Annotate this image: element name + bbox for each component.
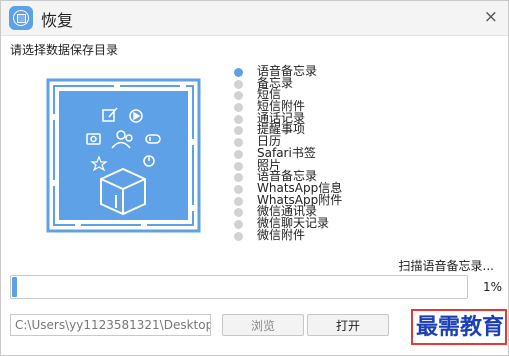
instruction-label: 请选择数据保存目录	[10, 43, 119, 57]
progress-percent: 1%	[483, 280, 503, 294]
save-path-input[interactable]	[10, 314, 211, 336]
pie-chart-icon	[143, 155, 155, 167]
illustration-panel	[59, 91, 188, 220]
star-icon	[90, 155, 108, 172]
play-icon	[129, 109, 143, 123]
status-dot	[234, 68, 243, 77]
watermark-text: 最需教育	[416, 314, 505, 340]
status-dot	[234, 231, 243, 241]
status-dot	[234, 219, 243, 229]
status-dot	[234, 161, 243, 171]
data-type-list: 语音备忘录 备忘录 短信 短信附件 通话记录 提醒事项 日历 Safari书签 …	[234, 65, 434, 242]
edit-icon	[102, 107, 118, 122]
status-dot	[234, 79, 243, 89]
scan-status: 扫描语音备忘录...	[398, 259, 494, 273]
close-icon[interactable]: ×	[484, 7, 498, 27]
recovery-dialog: 恢复 × 请选择数据保存目录 语音备忘录 备忘录 短信 短信附件 通话记录 提醒…	[0, 0, 509, 356]
status-dot	[234, 173, 243, 183]
window-title: 恢复	[41, 11, 74, 30]
progress-bar	[10, 275, 468, 299]
browse-button[interactable]: 浏览	[222, 314, 304, 336]
status-dot	[234, 114, 243, 124]
gamepad-icon	[145, 134, 161, 144]
open-button[interactable]: 打开	[307, 314, 389, 336]
status-dot	[234, 184, 243, 194]
list-item: 微信附件	[234, 228, 434, 242]
status-dot	[234, 138, 243, 148]
status-dot	[234, 126, 243, 136]
contacts-icon	[111, 130, 133, 149]
progress-fill	[12, 277, 17, 297]
status-dot	[234, 196, 243, 206]
status-dot	[234, 91, 243, 101]
status-dot	[234, 208, 243, 218]
watermark-logo: 最需教育	[411, 309, 507, 345]
camera-icon	[86, 133, 101, 145]
device-illustration	[46, 78, 201, 233]
recovery-box-icon	[9, 6, 33, 30]
status-dot	[234, 103, 243, 113]
box-icon	[100, 167, 146, 216]
status-dot	[234, 149, 243, 159]
title-bar: 恢复 ×	[1, 1, 508, 36]
